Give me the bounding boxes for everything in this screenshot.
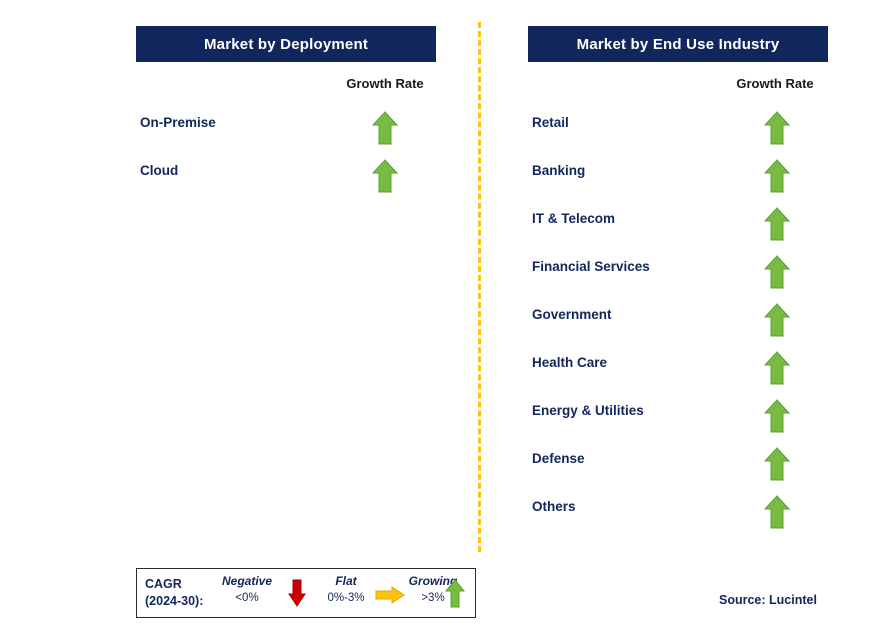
legend-item-range: <0% [235, 592, 259, 604]
panel-title-end-use-industry: Market by End Use Industry [528, 26, 828, 62]
row-label: Cloud [140, 163, 179, 178]
list-item: Financial Services [528, 248, 828, 296]
row-label: Others [532, 499, 576, 514]
deployment-row-list: On-Premise Cloud [136, 104, 436, 200]
growing-up-arrow-icon [351, 104, 419, 152]
list-item: Others [528, 488, 828, 536]
legend-item-negative: Negative <0% [210, 574, 284, 604]
growing-up-arrow-icon [743, 344, 811, 392]
list-item: Government [528, 296, 828, 344]
growth-rate-header-deployment: Growth Rate [346, 76, 424, 91]
legend-cagr-label: CAGR (2024-30): [145, 576, 203, 610]
growing-up-arrow-icon [743, 296, 811, 344]
row-label: Retail [532, 115, 569, 130]
list-item: Energy & Utilities [528, 392, 828, 440]
panel-market-by-deployment: Market by Deployment Growth Rate On-Prem… [136, 0, 436, 193]
list-item: On-Premise [136, 104, 436, 152]
list-item: Defense [528, 440, 828, 488]
legend-item-range: 0%-3% [327, 592, 365, 604]
panel-market-by-end-use-industry: Market by End Use Industry Growth Rate R… [528, 0, 828, 529]
growing-up-arrow-icon [743, 488, 811, 536]
list-item: Retail [528, 104, 828, 152]
vertical-dashed-divider [478, 22, 481, 552]
legend-item-title: Flat [335, 574, 357, 588]
panel-title-deployment: Market by Deployment [136, 26, 436, 62]
source-label: Source: Lucintel [719, 593, 817, 607]
row-label: Energy & Utilities [532, 403, 644, 418]
list-item: Cloud [136, 152, 436, 200]
list-item: Health Care [528, 344, 828, 392]
up-arrow-icon [445, 579, 465, 608]
legend-item-flat: Flat 0%-3% [309, 574, 383, 604]
legend-cagr-line1: CAGR [145, 577, 182, 591]
row-label: On-Premise [140, 115, 216, 130]
row-label: IT & Telecom [532, 211, 616, 226]
growing-up-arrow-icon [743, 248, 811, 296]
list-item: IT & Telecom [528, 200, 828, 248]
end-use-industry-row-list: Retail Banking IT & Telecom Financial Se… [528, 104, 828, 536]
growing-up-arrow-icon [351, 152, 419, 200]
growing-up-arrow-icon [743, 104, 811, 152]
legend-item-title: Negative [221, 574, 273, 588]
growing-up-arrow-icon [743, 200, 811, 248]
list-item: Banking [528, 152, 828, 200]
row-label: Government [532, 307, 612, 322]
row-label: Banking [532, 163, 586, 178]
growing-up-arrow-icon [743, 152, 811, 200]
growing-up-arrow-icon [743, 440, 811, 488]
growth-rate-header-end-use-industry: Growth Rate [736, 76, 814, 91]
row-label: Health Care [532, 355, 608, 370]
legend-cagr-line2: (2024-30): [145, 594, 204, 608]
growing-up-arrow-icon [743, 392, 811, 440]
row-label: Financial Services [532, 259, 650, 274]
legend-cagr: CAGR (2024-30): Negative <0% Flat 0%-3% … [136, 568, 476, 618]
row-label: Defense [532, 451, 585, 466]
down-arrow-icon [288, 579, 306, 607]
